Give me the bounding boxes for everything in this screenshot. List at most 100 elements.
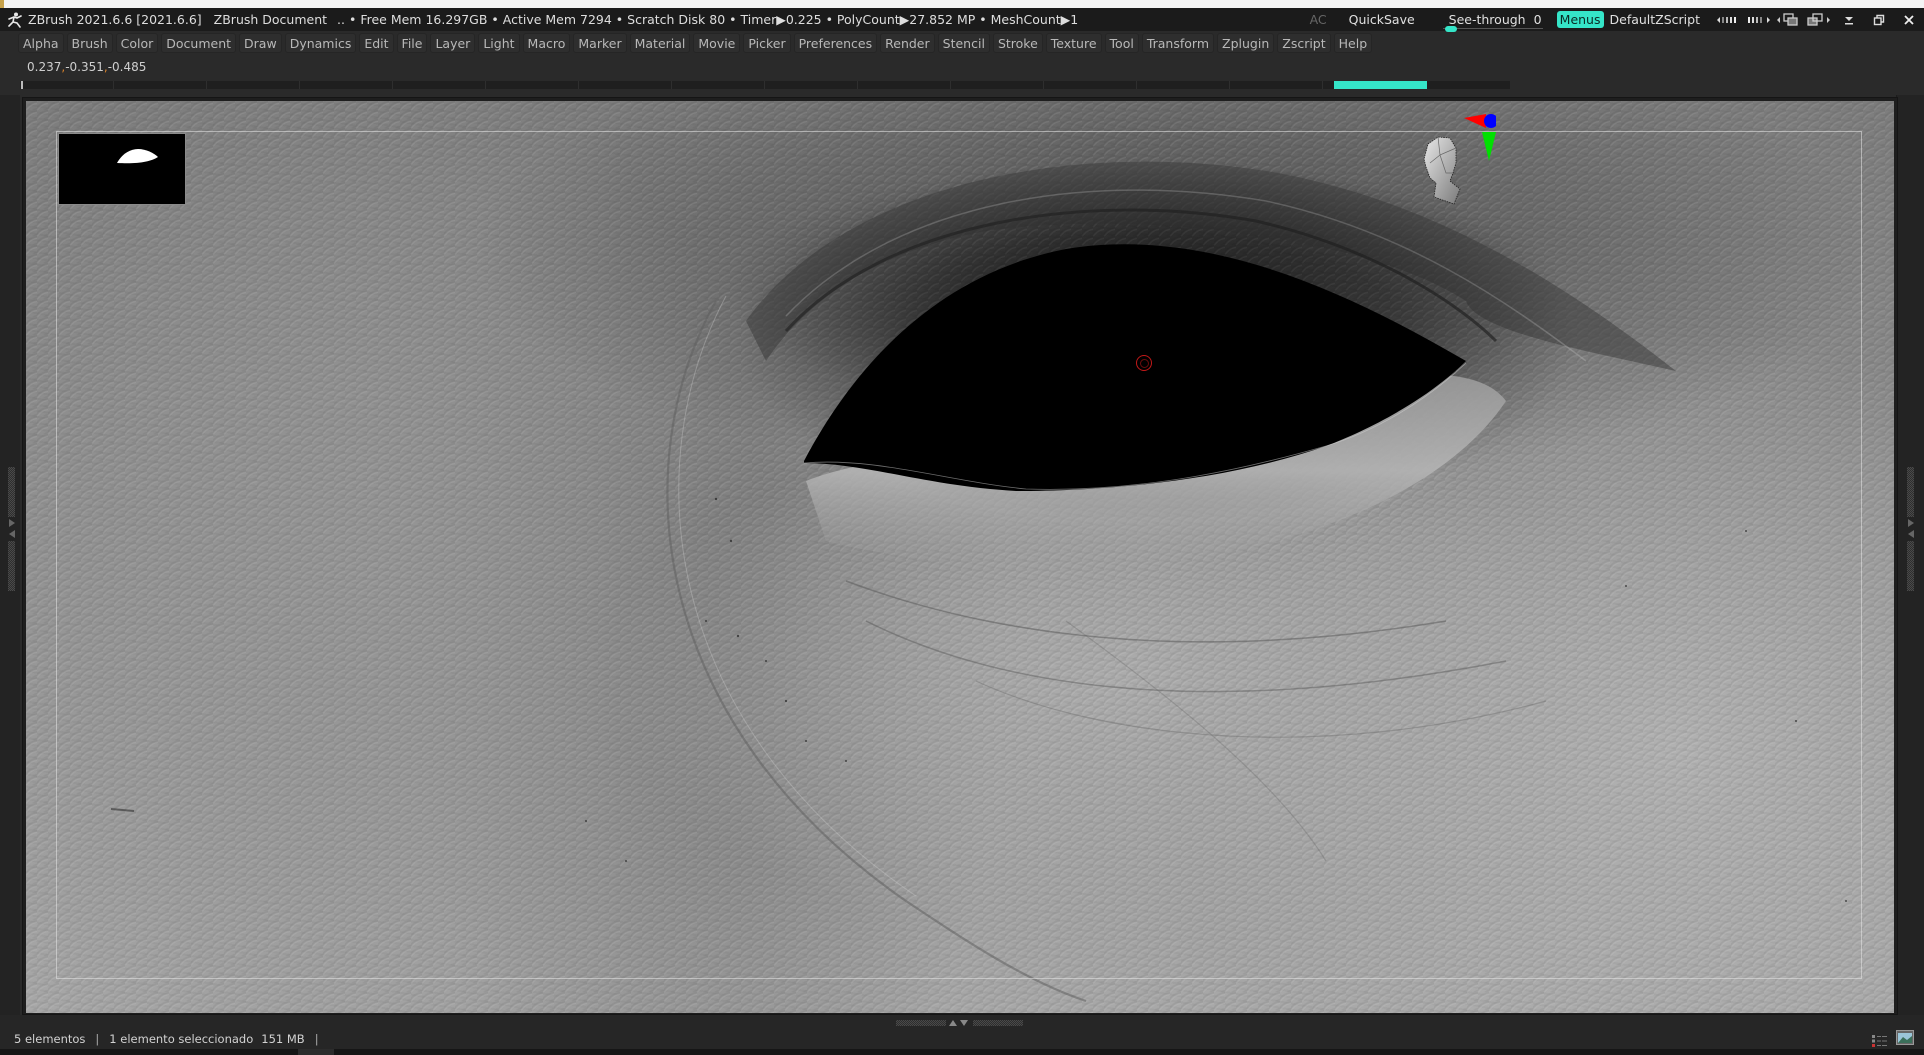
close-icon[interactable] — [1894, 8, 1924, 31]
progress-fill — [1334, 81, 1427, 89]
title-bar: ZBrush 2021.6.6 [2021.6.6] ZBrush Docume… — [0, 8, 1924, 32]
head-orientation-icon — [1423, 136, 1461, 205]
menu-tool[interactable]: Tool — [1104, 33, 1139, 53]
menu-texture[interactable]: Texture — [1045, 33, 1102, 53]
navigator-silhouette — [117, 149, 158, 164]
progress-tick — [857, 81, 858, 89]
left-tray — [0, 95, 20, 1015]
document-canvas[interactable] — [26, 101, 1894, 1013]
menu-material[interactable]: Material — [629, 33, 691, 53]
progress-tick — [206, 81, 207, 89]
large-icons-view-icon[interactable] — [1896, 1030, 1914, 1045]
progress-tick — [1043, 81, 1044, 89]
brush-cursor — [1136, 355, 1152, 371]
bottom-tray-toggle-icon[interactable] — [948, 1018, 970, 1027]
top-strip-notch — [0, 0, 4, 8]
ui-shrink-icon[interactable] — [1714, 8, 1744, 31]
menu-draw[interactable]: Draw — [239, 33, 282, 53]
gizmo-x-axis — [1464, 114, 1486, 128]
main-menu-bar: Alpha Brush Color Document Draw Dynamics Edit F… — [18, 33, 1373, 55]
menus-toggle[interactable]: Menus — [1556, 11, 1604, 28]
left-tray-handle[interactable] — [8, 467, 15, 517]
view-toggles — [1872, 1030, 1914, 1047]
right-tray-handle[interactable] — [1907, 541, 1914, 591]
menu-movie[interactable]: Movie — [693, 33, 741, 53]
coordinates-readout: 0.237,-0.351,-0.485 — [27, 60, 147, 74]
layout-prev-icon[interactable] — [1774, 8, 1804, 31]
restore-icon[interactable] — [1864, 8, 1894, 31]
memory-stats: .. • Free Mem 16.297GB • Active Mem 7294… — [337, 12, 1079, 27]
window-top-strip — [0, 0, 1924, 8]
progress-start-mark — [21, 81, 23, 89]
menu-stroke[interactable]: Stroke — [992, 33, 1043, 53]
see-through-slider[interactable]: See-through 0 — [1442, 8, 1543, 32]
menu-render[interactable]: Render — [880, 33, 935, 53]
menu-brush[interactable]: Brush — [66, 33, 113, 53]
menu-picker[interactable]: Picker — [743, 33, 791, 53]
explorer-status-bar: 5 elementos | 1 elemento seleccionado 15… — [0, 1029, 1924, 1049]
menu-file[interactable]: File — [396, 33, 428, 53]
gizmo-y-axis — [1482, 132, 1496, 161]
app-title: ZBrush 2021.6.6 [2021.6.6] — [28, 12, 202, 27]
layout-next-icon[interactable] — [1804, 8, 1834, 31]
menu-preferences[interactable]: Preferences — [793, 33, 878, 53]
eye-opening — [804, 244, 1466, 491]
progress-tick — [578, 81, 579, 89]
menu-document[interactable]: Document — [161, 33, 237, 53]
progress-strip — [20, 81, 1510, 89]
see-through-knob[interactable] — [1444, 26, 1457, 32]
see-through-label: See-through — [1448, 12, 1526, 27]
menu-color[interactable]: Color — [115, 33, 159, 53]
taskbar-edge — [0, 1049, 1924, 1055]
minimize-icon[interactable] — [1834, 8, 1864, 31]
document-name: ZBrush Document — [213, 12, 328, 27]
right-tray-handle[interactable] — [1907, 467, 1914, 517]
menu-alpha[interactable]: Alpha — [18, 33, 64, 53]
quicksave-button[interactable]: QuickSave — [1349, 12, 1415, 27]
menu-dynamics[interactable]: Dynamics — [284, 33, 357, 53]
see-through-track[interactable] — [1442, 28, 1543, 29]
progress-tick — [671, 81, 672, 89]
menu-zplugin[interactable]: Zplugin — [1217, 33, 1275, 53]
details-view-icon[interactable] — [1872, 1032, 1888, 1047]
left-tray-toggle-icon[interactable] — [8, 518, 16, 540]
menu-transform[interactable]: Transform — [1141, 33, 1215, 53]
progress-tick — [113, 81, 114, 89]
progress-tick — [1136, 81, 1137, 89]
progress-tick — [764, 81, 765, 89]
navigator-thumbnail[interactable] — [58, 133, 186, 205]
progress-tick — [950, 81, 951, 89]
default-zscript-button[interactable]: DefaultZScript — [1610, 12, 1701, 27]
menu-edit[interactable]: Edit — [359, 33, 394, 53]
menu-stencil[interactable]: Stencil — [937, 33, 990, 53]
progress-tick — [392, 81, 393, 89]
menu-light[interactable]: Light — [478, 33, 520, 53]
right-tray-toggle-icon[interactable] — [1907, 518, 1915, 540]
bottom-tray-handle[interactable] — [896, 1020, 946, 1026]
coord-y: -0.351 — [65, 60, 104, 74]
progress-tick — [1322, 81, 1323, 89]
menu-macro[interactable]: Macro — [522, 33, 571, 53]
selected-count: 1 elemento seleccionado — [109, 1032, 254, 1046]
coord-z: -0.485 — [107, 60, 147, 74]
see-through-value: 0 — [1533, 12, 1542, 27]
ac-button[interactable]: AC — [1310, 12, 1327, 27]
progress-tick — [299, 81, 300, 89]
left-tray-handle[interactable] — [8, 541, 15, 591]
zbrush-logo-icon — [4, 10, 26, 30]
bottom-tray-handle[interactable] — [973, 1020, 1023, 1026]
title-bar-controls: AC QuickSave See-through 0 Menus Default… — [1310, 8, 1924, 32]
progress-tick — [485, 81, 486, 89]
menu-marker[interactable]: Marker — [573, 33, 627, 53]
coord-x: 0.237 — [27, 60, 62, 74]
items-count: 5 elementos — [14, 1032, 86, 1046]
menu-help[interactable]: Help — [1333, 33, 1373, 53]
orientation-gizmo[interactable] — [1406, 111, 1498, 221]
bottom-tray — [0, 1015, 1924, 1029]
right-tray — [1896, 95, 1924, 1015]
menu-zscript[interactable]: Zscript — [1277, 33, 1331, 53]
progress-tick — [1229, 81, 1230, 89]
menu-layer[interactable]: Layer — [430, 33, 476, 53]
ui-expand-icon[interactable] — [1744, 8, 1774, 31]
eye-socket — [803, 244, 1467, 491]
